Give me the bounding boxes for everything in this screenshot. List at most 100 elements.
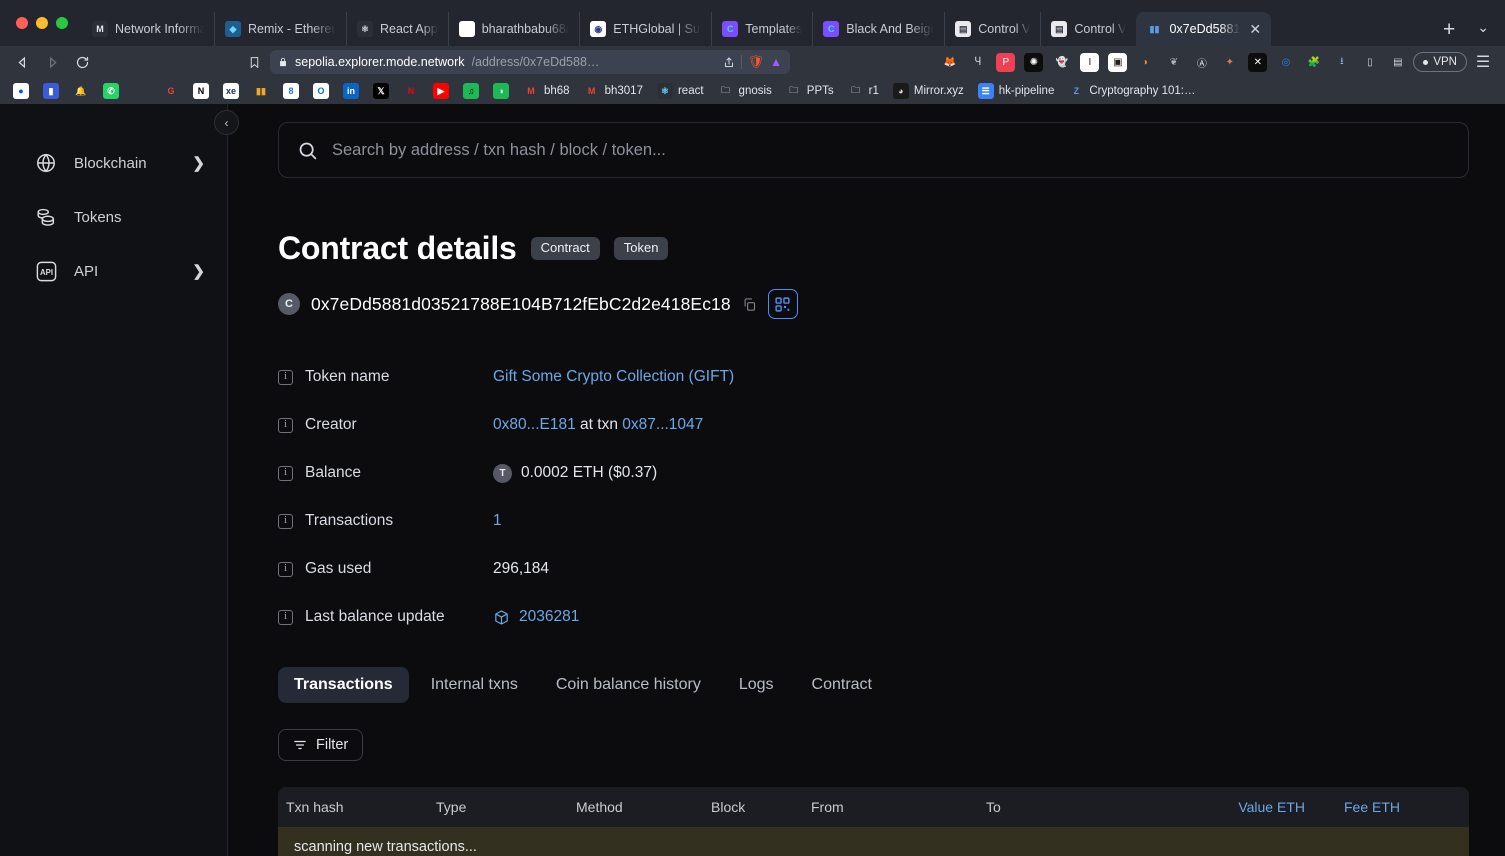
qr-code-icon[interactable]	[767, 289, 798, 319]
close-icon[interactable]: ✕	[1249, 22, 1261, 36]
bookmark-item[interactable]: Mbh3017	[577, 80, 650, 102]
tab-list-button[interactable]: ⌄	[1469, 19, 1505, 46]
rabby-icon[interactable]: Ⴗ	[968, 53, 987, 72]
browser-tab[interactable]: ▤ Control V	[944, 12, 1040, 46]
filter-row: Filter	[278, 729, 1469, 761]
browser-tab[interactable]: ▤ Control V	[1040, 12, 1136, 46]
bookmark-item[interactable]: in	[336, 80, 366, 102]
bookmark-item[interactable]: ♫	[456, 80, 486, 102]
tab-logs[interactable]: Logs	[723, 667, 790, 703]
detail-label: i Token name	[278, 368, 493, 386]
bookmark-icon[interactable]	[240, 49, 268, 75]
phantom-icon[interactable]: 👻	[1052, 53, 1071, 72]
download-icon[interactable]: ⭳	[1332, 53, 1351, 72]
sidepanel-icon[interactable]: ▯	[1360, 53, 1379, 72]
bookmark-item[interactable]: ●	[6, 80, 36, 102]
info-icon[interactable]: i	[278, 417, 293, 433]
browser-menu-button[interactable]: ☰	[1469, 49, 1497, 75]
sparkle-icon[interactable]: ✦	[1220, 53, 1239, 72]
bookmark-item[interactable]: G	[156, 80, 186, 102]
browser-tab[interactable]: bharathbabu68/	[447, 12, 580, 46]
x-extension-icon[interactable]: ✕	[1248, 52, 1268, 72]
bookmark-item[interactable]: ◑	[486, 80, 516, 102]
vpn-button[interactable]: VPN	[1413, 52, 1467, 72]
tab-contract[interactable]: Contract	[796, 667, 888, 703]
arbitrum-icon[interactable]: Ⓐ	[1192, 53, 1211, 72]
browser-tab[interactable]: ◉ ETHGlobal | Sup	[579, 12, 711, 46]
minimize-window-button[interactable]	[36, 17, 48, 29]
new-tab-button[interactable]: +	[1429, 19, 1469, 46]
bookmark-item[interactable]: 8	[276, 80, 306, 102]
bookmark-item[interactable]: Mbh68	[516, 80, 577, 102]
bookmark-item[interactable]	[126, 80, 156, 102]
bookmark-item[interactable]: 🔔	[66, 80, 96, 102]
picture-in-picture-icon[interactable]: ▣	[1108, 52, 1128, 72]
bookmark-item[interactable]: Z Cryptography 101:…	[1061, 80, 1202, 102]
settings-gear-icon[interactable]: ✺	[1024, 52, 1044, 72]
tab-coin-balance-history[interactable]: Coin balance history	[540, 667, 717, 703]
forward-button[interactable]	[38, 49, 66, 75]
info-icon[interactable]: i	[278, 609, 293, 625]
sidebar-item-blockchain[interactable]: Blockchain ❯	[0, 142, 227, 184]
copy-icon[interactable]	[742, 297, 757, 312]
bookmark-item[interactable]: ✆	[96, 80, 126, 102]
browser-tab[interactable]: C Templates	[711, 12, 812, 46]
bookmark-item[interactable]: ▶	[426, 80, 456, 102]
column-header[interactable]: Value ETH	[1208, 799, 1313, 815]
sidebar-collapse-button[interactable]: ‹	[214, 110, 239, 135]
mesh-icon[interactable]: ❦	[1164, 53, 1183, 72]
instapaper-icon[interactable]: I	[1080, 52, 1100, 72]
tab-transactions[interactable]: Transactions	[278, 667, 409, 703]
share-icon[interactable]	[723, 56, 735, 69]
wallet-icon[interactable]: ▤	[1388, 53, 1407, 72]
info-icon[interactable]: i	[278, 561, 293, 577]
target-icon[interactable]: ◎	[1276, 53, 1295, 72]
pocket-icon[interactable]: P	[996, 52, 1016, 72]
browser-tab[interactable]: ◆ Remix - Ethereu	[214, 12, 346, 46]
bookmark-item[interactable]: 🗀 gnosis	[711, 80, 779, 102]
bookmark-item[interactable]: xe	[216, 80, 246, 102]
column-header[interactable]: Fee ETH	[1313, 799, 1408, 815]
bookmark-item[interactable]: O	[306, 80, 336, 102]
browser-tab[interactable]: ⚛ React App	[346, 12, 448, 46]
metamask-icon[interactable]: 🦊	[940, 53, 959, 72]
browser-tab[interactable]: M Network Informa	[82, 12, 214, 46]
bookmark-item[interactable]: ▮▮	[246, 80, 276, 102]
puzzle-extensions-icon[interactable]: 🧩	[1304, 53, 1323, 72]
title-row: Contract details Contract Token	[278, 230, 1469, 267]
bookmark-item[interactable]: 𝕏	[366, 80, 396, 102]
bookmark-item[interactable]: N	[186, 80, 216, 102]
bookmark-item[interactable]: ◕ Mirror.xyz	[886, 80, 971, 102]
bookmark-item[interactable]: N	[396, 80, 426, 102]
at-txn-text: at txn	[580, 416, 618, 433]
detail-value-link[interactable]: Gift Some Crypto Collection (GIFT)	[493, 368, 734, 386]
close-window-button[interactable]	[16, 17, 28, 29]
creation-txn-link[interactable]: 0x87...1047	[622, 416, 703, 433]
bookmark-label: gnosis	[738, 85, 772, 97]
info-icon[interactable]: i	[278, 513, 293, 529]
detail-value-link[interactable]: 1	[493, 512, 502, 530]
capsule-icon[interactable]: ◗	[1136, 53, 1155, 72]
bookmark-item[interactable]: 🗀 PPTs	[779, 80, 841, 102]
browser-tab[interactable]: ▮▮ 0x7eDd5881 ✕	[1136, 12, 1272, 46]
info-icon[interactable]: i	[278, 369, 293, 385]
reload-button[interactable]	[68, 49, 96, 75]
info-icon[interactable]: i	[278, 465, 293, 481]
filter-button[interactable]: Filter	[278, 729, 364, 761]
maximize-window-button[interactable]	[56, 17, 68, 29]
creator-address-link[interactable]: 0x80...E181	[493, 416, 576, 433]
back-button[interactable]	[8, 49, 36, 75]
detail-value-link[interactable]: 2036281	[519, 608, 579, 626]
address-bar[interactable]: sepolia.explorer.mode.network/address/0x…	[270, 50, 790, 74]
bookmark-item[interactable]: ☰ hk-pipeline	[971, 80, 1062, 102]
search-input[interactable]: Search by address / txn hash / block / t…	[278, 122, 1469, 178]
bookmark-item[interactable]: ▮	[36, 80, 66, 102]
browser-tab[interactable]: C Black And Beige	[812, 12, 944, 46]
bookmark-item[interactable]: 🗀 r1	[841, 80, 886, 102]
brave-shields-icon[interactable]: 🛡	[748, 54, 765, 70]
bookmark-item[interactable]: ⚛ react	[650, 80, 711, 102]
sidebar-item-tokens[interactable]: Tokens	[0, 196, 227, 238]
sidebar-item-api[interactable]: API API ❯	[0, 250, 227, 292]
tab-internal-txns[interactable]: Internal txns	[415, 667, 534, 703]
brave-rewards-icon[interactable]: ▲	[770, 55, 782, 69]
